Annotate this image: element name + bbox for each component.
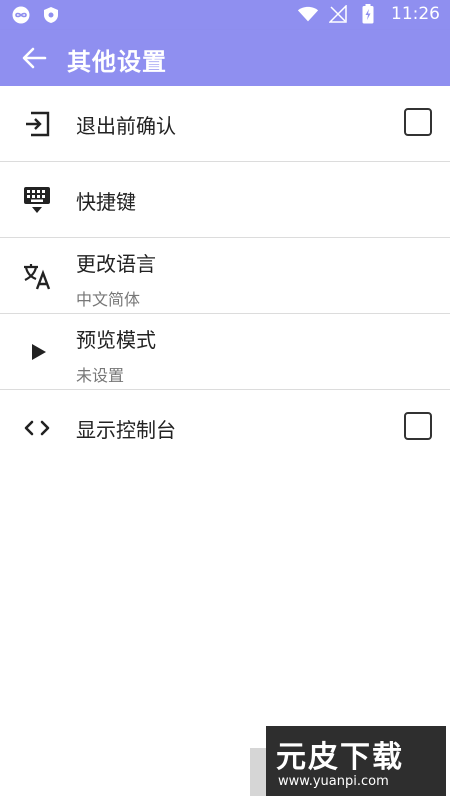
shield-icon	[40, 5, 62, 25]
status-bar: 11:26	[0, 0, 450, 30]
infinity-icon	[10, 5, 32, 25]
confirm-exit-checkbox[interactable]	[404, 108, 432, 136]
battery-charging-icon	[357, 4, 379, 24]
setting-preview-mode[interactable]: 预览模式 未设置	[0, 314, 450, 390]
clock: 11:26	[391, 4, 440, 24]
setting-value: 未设置	[76, 366, 125, 385]
setting-show-console[interactable]: 显示控制台	[0, 390, 450, 465]
setting-confirm-exit[interactable]: 退出前确认	[0, 86, 450, 162]
show-console-checkbox[interactable]	[404, 412, 432, 440]
setting-label: 快捷键	[76, 190, 136, 214]
watermark-url: www.yuanpi.com	[278, 774, 389, 789]
back-button[interactable]	[18, 44, 50, 72]
keyboard-icon	[22, 187, 52, 213]
watermark: 元皮下载 www.yuanpi.com	[266, 726, 446, 796]
setting-label: 退出前确认	[76, 114, 176, 138]
setting-shortcuts[interactable]: 快捷键	[0, 162, 450, 238]
code-icon	[22, 415, 52, 441]
setting-value: 中文简体	[76, 290, 141, 309]
settings-list: 退出前确认 快捷键 更改语言 中文简体 预览模式 未设置 显示控制台	[0, 86, 450, 465]
setting-label: 更改语言	[76, 252, 156, 276]
app-bar: 其他设置	[0, 30, 450, 86]
arrow-left-icon	[22, 47, 47, 69]
watermark-brand: 元皮下载	[276, 740, 404, 775]
play-icon	[22, 339, 52, 365]
setting-label: 预览模式	[76, 328, 156, 352]
translate-icon	[22, 263, 52, 290]
setting-language[interactable]: 更改语言 中文简体	[0, 238, 450, 314]
exit-icon	[22, 111, 52, 137]
wifi-icon	[297, 4, 319, 24]
page-title: 其他设置	[67, 48, 167, 76]
setting-label: 显示控制台	[76, 418, 176, 442]
signal-icon	[327, 4, 349, 24]
